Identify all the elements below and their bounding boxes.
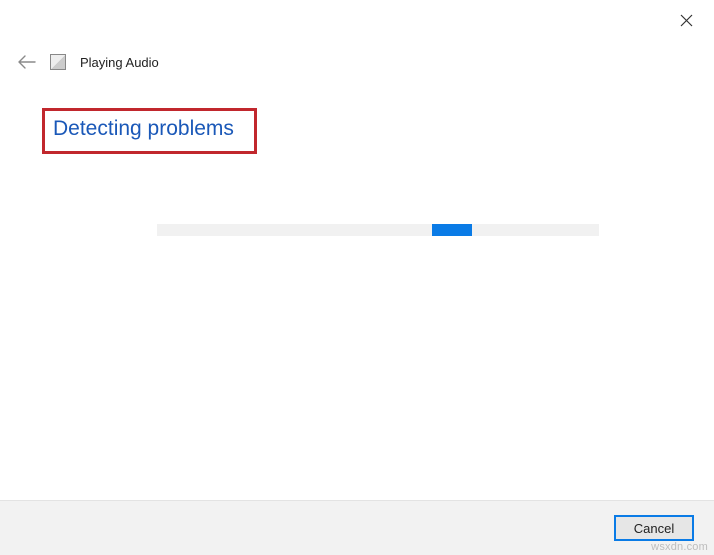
close-icon [680, 14, 693, 27]
cancel-button[interactable]: Cancel [614, 515, 694, 541]
progress-indicator [432, 224, 472, 236]
watermark: wsxdn.com [651, 541, 708, 553]
status-heading: Detecting problems [53, 117, 234, 141]
footer: Cancel [0, 500, 714, 555]
status-highlight-box: Detecting problems [42, 108, 257, 154]
arrow-left-icon [18, 55, 36, 69]
header: Playing Audio [0, 40, 714, 70]
window-title: Playing Audio [80, 55, 159, 70]
close-button[interactable] [676, 10, 696, 30]
progress-bar [157, 224, 599, 236]
troubleshooter-icon [50, 54, 66, 70]
back-button[interactable] [18, 55, 36, 69]
content-area: Detecting problems [0, 70, 714, 236]
titlebar [0, 0, 714, 40]
